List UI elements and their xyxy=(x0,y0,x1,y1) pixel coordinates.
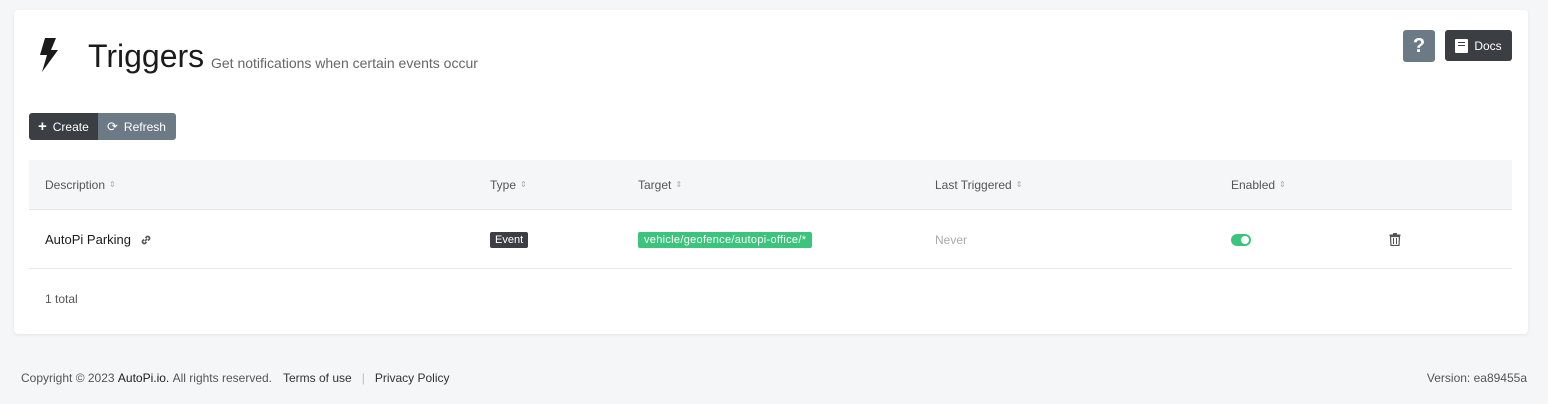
rights-text: All rights reserved. xyxy=(172,371,272,385)
column-label: Type xyxy=(490,178,517,192)
link-icon[interactable] xyxy=(139,233,153,247)
refresh-icon: ⟳ xyxy=(107,119,118,134)
refresh-button-label: Refresh xyxy=(123,119,166,134)
privacy-link[interactable]: Privacy Policy xyxy=(375,371,450,385)
trigger-last-triggered-cell: Never xyxy=(935,210,967,269)
lightning-bolt-icon xyxy=(40,38,58,72)
column-header-last-triggered[interactable]: Last Triggered ⇕ xyxy=(935,160,1022,210)
trigger-target-cell: vehicle/geofence/autopi-office/* xyxy=(638,210,813,269)
page-subtitle: Get notifications when certain events oc… xyxy=(211,55,478,71)
column-header-description[interactable]: Description ⇕ xyxy=(45,160,116,210)
trigger-enabled-cell xyxy=(1231,210,1251,269)
column-label: Enabled xyxy=(1231,178,1276,192)
help-button-label: ? xyxy=(1412,34,1426,57)
last-triggered-value: Never xyxy=(935,232,968,247)
sort-icon: ⇕ xyxy=(109,180,116,189)
trigger-type-cell: Event xyxy=(490,210,529,269)
type-badge: Event xyxy=(490,231,529,248)
table-header: Description ⇕ Type ⇕ Target ⇕ Last Trigg… xyxy=(29,160,1512,210)
brand-name: AutoPi.io. xyxy=(117,371,170,385)
docs-button[interactable]: Docs xyxy=(1445,30,1512,61)
footer: Copyright © 2023 AutoPi.io. All rights r… xyxy=(21,371,450,385)
trigger-actions-cell xyxy=(1389,210,1401,269)
triggers-table: Description ⇕ Type ⇕ Target ⇕ Last Trigg… xyxy=(29,160,1512,269)
trigger-description[interactable]: AutoPi Parking xyxy=(45,232,131,247)
version-text: Version: ea89455a xyxy=(1426,371,1527,385)
trigger-description-cell: AutoPi Parking xyxy=(45,210,153,269)
table-total-count: 1 total xyxy=(45,292,78,306)
create-button[interactable]: + Create xyxy=(29,113,98,140)
column-header-target[interactable]: Target ⇕ xyxy=(638,160,682,210)
docs-button-label: Docs xyxy=(1474,38,1502,53)
column-label: Last Triggered xyxy=(935,178,1012,192)
enabled-toggle[interactable] xyxy=(1231,233,1251,246)
sort-icon: ⇕ xyxy=(1015,180,1023,189)
trash-icon[interactable] xyxy=(1389,233,1401,246)
plus-icon: + xyxy=(38,118,47,135)
create-button-label: Create xyxy=(52,119,89,134)
sort-icon: ⇕ xyxy=(675,180,683,189)
copyright-text: Copyright © 2023 xyxy=(21,371,115,385)
terms-link[interactable]: Terms of use xyxy=(283,371,352,385)
column-header-enabled[interactable]: Enabled ⇕ xyxy=(1231,160,1286,210)
footer-separator: | xyxy=(361,371,365,385)
sort-icon: ⇕ xyxy=(520,180,527,189)
target-badge: vehicle/geofence/autopi-office/* xyxy=(638,231,813,248)
page-title: Triggers xyxy=(88,38,205,74)
column-header-type[interactable]: Type ⇕ xyxy=(490,160,527,210)
refresh-button[interactable]: ⟳ Refresh xyxy=(98,113,176,140)
book-icon xyxy=(1455,38,1469,53)
sort-icon: ⇕ xyxy=(1279,180,1286,189)
triggers-card: Triggers Get notifications when certain … xyxy=(14,10,1528,334)
column-label: Target xyxy=(638,178,672,192)
column-label: Description xyxy=(45,178,106,192)
toolbar-button-group: + Create ⟳ Refresh xyxy=(29,113,176,140)
table-row: AutoPi Parking Event vehicle/geofence/au… xyxy=(29,210,1512,269)
help-button[interactable]: ? xyxy=(1403,30,1435,62)
